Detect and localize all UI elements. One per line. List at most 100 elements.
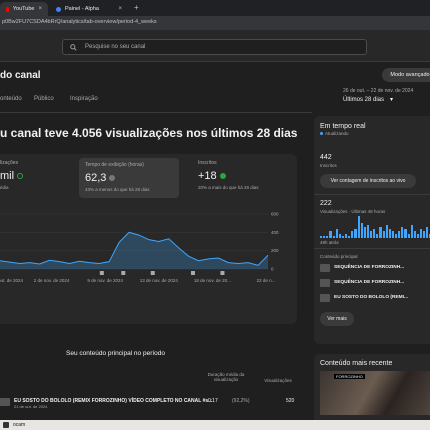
realtime-bar (388, 229, 391, 238)
item-title: EU SOSTO DO BOLOLO (REMI... (334, 295, 409, 300)
realtime-bar (395, 233, 398, 238)
new-tab-button[interactable]: + (134, 3, 139, 12)
subscribers-label: Inscritos (320, 163, 337, 168)
search-input[interactable]: Pesquise no seu canal (62, 39, 367, 55)
close-tab-icon[interactable]: × (38, 6, 42, 12)
x-tick-label: 22 de n... (257, 278, 276, 283)
overview-card: lizações mil édia Tempo de exibição (hor… (0, 154, 297, 324)
realtime-bar (354, 229, 357, 238)
video-thumbnail (320, 263, 330, 272)
divider (0, 112, 312, 113)
tab-label: YouTube (12, 6, 35, 12)
tab-label: Painel - Alpha (65, 6, 99, 12)
realtime-bar (398, 231, 401, 238)
top-content-title: Seu conteúdo principal no período (66, 350, 166, 357)
video-date: 21 de out. de 2024 (14, 404, 48, 409)
realtime-bar (363, 227, 366, 238)
tab-content[interactable]: onteúdo (0, 96, 22, 102)
x-tick-label: out. de 2024 (0, 278, 24, 283)
realtime-bar (401, 227, 404, 238)
realtime-bar (385, 224, 388, 238)
item-title: SEQUÊNCIA DE FORROZINH... (334, 280, 405, 285)
recent-video-thumbnail[interactable]: FORROZINHO (320, 371, 430, 415)
col-duration-header: Duração média da visualização (207, 372, 245, 382)
divider (314, 194, 430, 195)
search-icon (70, 43, 77, 51)
browser-tab-bar: YouTube × Painel - Alpha × + (0, 0, 430, 16)
list-item[interactable]: EU SOSTO DO BOLOLO (REMI...19 (320, 291, 430, 304)
bar-axis-label: 48h atrás (320, 240, 339, 245)
thumbnail-tag: FORROZINHO (334, 374, 365, 379)
realtime-bar (345, 233, 348, 238)
app-icon[interactable] (3, 422, 9, 428)
url-text: p0Bw2FU7CSDA4bRrQ/analytics/tab-overview… (2, 19, 157, 25)
studio-header: Pesquise no seu canal (0, 30, 430, 62)
tab-painel[interactable]: Painel - Alpha × (50, 2, 128, 16)
chevron-down-icon: ▾ (390, 97, 394, 103)
status-text: Atualizando (325, 131, 349, 136)
search-placeholder: Pesquise no seu canal (85, 44, 146, 50)
realtime-bar (348, 235, 351, 238)
realtime-bar (391, 231, 394, 238)
tab-audience[interactable]: Público (34, 96, 54, 102)
realtime-status: Atualizando (320, 131, 349, 136)
realtime-bar (373, 229, 376, 238)
y-tick-label: 0 (271, 267, 274, 272)
date-range-label: 26 de out. – 22 de nov. de 2024 (343, 88, 414, 94)
views-48h-bar-chart (320, 216, 430, 238)
realtime-bar (341, 235, 344, 238)
realtime-bar (416, 233, 419, 238)
period-selector[interactable]: Últimos 28 dias ▾ (343, 96, 394, 104)
realtime-bar (423, 231, 426, 238)
y-tick-label: 600 (271, 212, 279, 217)
realtime-bar (379, 227, 382, 238)
video-thumbnail (320, 293, 330, 302)
live-subscribers-button[interactable]: Ver contagem de inscritos ao vivo (320, 174, 416, 188)
realtime-bar (360, 222, 363, 238)
realtime-bar (426, 227, 429, 238)
upload-marker-icon (99, 271, 104, 275)
list-item[interactable]: SEQUÊNCIA DE FORROZINH...35 (320, 276, 430, 289)
see-more-button[interactable]: Ver mais (320, 312, 354, 326)
x-tick-label: 2 de nov. de 2024 (34, 278, 70, 283)
top-content-label: Conteúdo principal (320, 254, 358, 259)
top-content-section: Seu conteúdo principal no período Duraçã… (0, 346, 297, 426)
y-tick-label: 200 (271, 248, 279, 253)
analytics-main: do canal Modo avançado onteúdo Público I… (0, 62, 430, 424)
realtime-bar (410, 224, 413, 238)
recent-content-card: Conteúdo mais recente FORROZINHO (314, 354, 430, 424)
views-48h-count: 222 (320, 200, 332, 207)
realtime-bar (338, 233, 341, 238)
taskbar: ocam (0, 420, 430, 430)
upload-marker-icon (150, 271, 155, 275)
upload-marker-icon (220, 271, 225, 275)
tab-inspiration[interactable]: Inspiração (70, 96, 98, 102)
close-tab-icon[interactable]: × (118, 6, 122, 12)
realtime-bar (404, 229, 407, 238)
realtime-bar (332, 235, 335, 238)
advanced-mode-button[interactable]: Modo avançado (382, 68, 430, 82)
realtime-bar (376, 233, 379, 238)
realtime-bar (335, 229, 338, 238)
period-label: Últimos 28 dias (343, 96, 385, 103)
x-tick-label: 18 de nov. de 20... (194, 278, 231, 283)
subscribers-count: 442 (320, 154, 332, 161)
list-item[interactable]: SEQUÊNCIA DE FORROZINH...69 (320, 261, 430, 274)
taskbar-app-label[interactable]: ocam (13, 422, 25, 428)
upload-marker-icon (190, 271, 195, 275)
tab-youtube[interactable]: YouTube × (0, 2, 48, 16)
realtime-bar (382, 231, 385, 238)
realtime-bar (413, 231, 416, 238)
live-dot-icon (320, 132, 323, 135)
address-bar[interactable]: p0Bw2FU7CSDA4bRrQ/analytics/tab-overview… (0, 16, 430, 30)
realtime-bar (329, 231, 332, 238)
realtime-card: Em tempo real Atualizando 442 Inscritos … (314, 116, 430, 344)
realtime-bar (326, 235, 329, 238)
col-views-header: Visualizações (264, 378, 292, 383)
views-area-chart: 600 400 200 0 out. de 2024 2 de nov. de 2024 9… (0, 212, 279, 283)
realtime-bar (320, 235, 323, 238)
upload-marker-icon (121, 271, 126, 275)
realtime-bar (323, 235, 326, 238)
table-row[interactable]: EU SOSTO DO BOLOLO (REMIX FORROZINHO) VÍ… (0, 398, 297, 409)
youtube-favicon-icon (6, 6, 9, 12)
